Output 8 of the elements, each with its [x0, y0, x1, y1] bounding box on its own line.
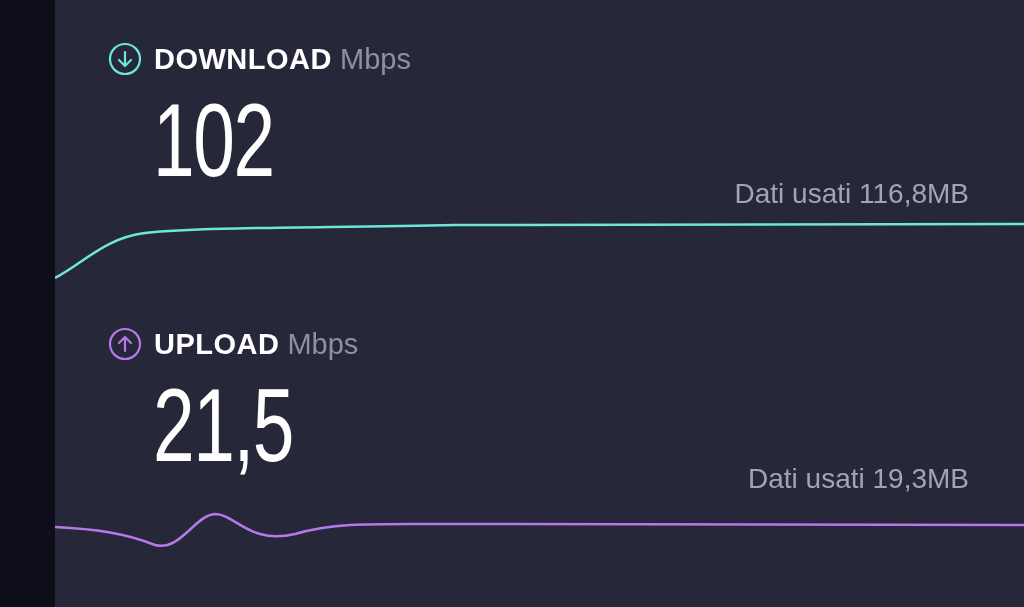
speed-label: DOWNLOAD — [154, 42, 332, 76]
speed-value: 102 — [153, 88, 274, 192]
speed-value: 21,5 — [153, 373, 293, 477]
unit-label: Mbps — [287, 327, 359, 361]
data-used-text: Dati usati 116,8MB — [734, 178, 969, 210]
unit-label: Mbps — [340, 42, 411, 76]
speed-label: UPLOAD — [154, 327, 280, 361]
data-used-text: Dati usati 19,3MB — [748, 463, 969, 495]
